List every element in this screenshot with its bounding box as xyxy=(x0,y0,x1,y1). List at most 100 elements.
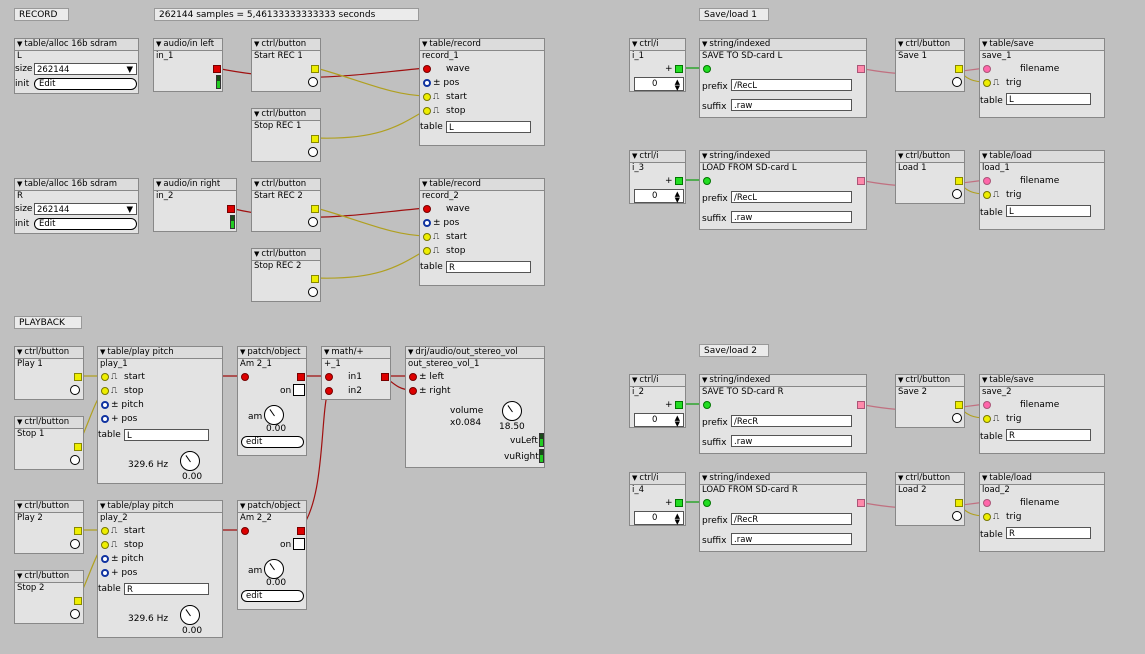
object-string-indexed-4[interactable]: ▼ string/indexed LOAD FROM SD-card R pref… xyxy=(699,472,867,552)
object-header[interactable]: ▼ string/indexed xyxy=(700,375,866,387)
inlet-in2[interactable] xyxy=(325,387,333,395)
int-spinner[interactable]: 0 ▲ ▼ xyxy=(634,77,684,92)
outlet-string[interactable] xyxy=(857,499,865,507)
object-header[interactable]: ▼ ctrl/button xyxy=(252,249,320,261)
object-header[interactable]: ▼ table/load xyxy=(980,473,1104,485)
button-start-rec-2[interactable]: ▼ ctrl/button Start REC 2 xyxy=(251,178,321,232)
push-button[interactable] xyxy=(308,217,318,227)
button-start-rec-1[interactable]: ▼ ctrl/button Start REC 1 xyxy=(251,38,321,92)
inlet-start[interactable] xyxy=(423,93,431,101)
object-ctrl-i-4[interactable]: ▼ ctrl/i i_4 + 0 ▲ ▼ xyxy=(629,472,686,526)
object-header[interactable]: ▼ ctrl/button xyxy=(896,151,964,163)
push-button[interactable] xyxy=(70,539,80,549)
int-spinner[interactable]: 0 ▲ ▼ xyxy=(634,413,684,428)
int-spinner[interactable]: 0 ▲ ▼ xyxy=(634,511,684,526)
inlet-in1[interactable] xyxy=(325,373,333,381)
inlet-pos[interactable] xyxy=(101,569,109,577)
object-header[interactable]: ▼ ctrl/button xyxy=(252,39,320,51)
size-dropdown[interactable]: 262144 ▼ xyxy=(34,203,137,215)
object-math-plus[interactable]: ▼ math/+ +_1 in1 in2 xyxy=(321,346,391,400)
edit-button[interactable]: edit xyxy=(241,590,304,602)
outlet-audio[interactable] xyxy=(297,373,305,381)
table-field[interactable]: L xyxy=(124,429,209,441)
object-header[interactable]: ▼ audio/in left xyxy=(154,39,222,51)
table-field[interactable]: R xyxy=(124,583,209,595)
object-header[interactable]: ▼ ctrl/button xyxy=(252,179,320,191)
table-field[interactable]: R xyxy=(1006,429,1091,441)
button-stop-rec-2[interactable]: ▼ ctrl/button Stop REC 2 xyxy=(251,248,321,302)
object-header[interactable]: ▼ string/indexed xyxy=(700,151,866,163)
inlet-audio[interactable] xyxy=(241,373,249,381)
object-ctrl-i-1[interactable]: ▼ ctrl/i i_1 + 0 ▲ ▼ xyxy=(629,38,686,92)
outlet-bool[interactable] xyxy=(955,499,963,507)
spinner-arrows-icon[interactable]: ▲ ▼ xyxy=(675,191,680,204)
push-button[interactable] xyxy=(952,413,962,423)
object-table-play-2[interactable]: ▼ table/play pitch play_2 ⎍ start ⎍ stop … xyxy=(97,500,223,638)
object-alloc-r[interactable]: ▼ table/alloc 16b sdram R size 262144 ▼ in… xyxy=(14,178,139,234)
push-button[interactable] xyxy=(70,609,80,619)
table-field[interactable]: R xyxy=(446,261,531,273)
outlet-audio[interactable] xyxy=(381,373,389,381)
object-string-indexed-3[interactable]: ▼ string/indexed LOAD FROM SD-card L pref… xyxy=(699,150,867,230)
object-header[interactable]: ▼ ctrl/i xyxy=(630,473,685,485)
object-header[interactable]: ▼ string/indexed xyxy=(700,473,866,485)
inlet-start[interactable] xyxy=(423,233,431,241)
object-header[interactable]: ▼ ctrl/button xyxy=(896,39,964,51)
object-table-record-2[interactable]: ▼ table/record record_2 wave ± pos ⎍ star… xyxy=(419,178,545,286)
inlet-filename[interactable] xyxy=(983,177,991,185)
table-field[interactable]: R xyxy=(1006,527,1091,539)
am-knob[interactable] xyxy=(264,559,284,579)
object-table-save-1[interactable]: ▼ table/save save_1 filename ⎍ trig table… xyxy=(979,38,1105,118)
button-play-1[interactable]: ▼ ctrl/button Play 1 xyxy=(14,346,84,400)
button-load-2[interactable]: ▼ ctrl/button Load 2 xyxy=(895,472,965,526)
inlet-stop[interactable] xyxy=(423,107,431,115)
button-stop-rec-1[interactable]: ▼ ctrl/button Stop REC 1 xyxy=(251,108,321,162)
inlet-start[interactable] xyxy=(101,373,109,381)
inlet-trig[interactable] xyxy=(983,79,991,87)
outlet-bool[interactable] xyxy=(74,373,82,381)
outlet-bool[interactable] xyxy=(955,401,963,409)
inlet-pitch[interactable] xyxy=(101,401,109,409)
pitch-knob[interactable] xyxy=(180,605,200,625)
spinner-arrows-icon[interactable]: ▲ ▼ xyxy=(675,79,680,92)
object-header[interactable]: ▼ table/record xyxy=(420,39,544,51)
inlet-index[interactable] xyxy=(703,499,711,507)
object-ctrl-i-3[interactable]: ▼ ctrl/i i_3 + 0 ▲ ▼ xyxy=(629,150,686,204)
spinner-arrows-icon[interactable]: ▲ ▼ xyxy=(675,415,680,428)
object-table-play-1[interactable]: ▼ table/play pitch play_1 ⎍ start ⎍ stop … xyxy=(97,346,223,484)
inlet-stop[interactable] xyxy=(101,387,109,395)
object-header[interactable]: ▼ string/indexed xyxy=(700,39,866,51)
outlet-bool[interactable] xyxy=(955,177,963,185)
object-table-load-1[interactable]: ▼ table/load load_1 filename ⎍ trig table… xyxy=(979,150,1105,230)
outlet-audio[interactable] xyxy=(227,205,235,213)
suffix-field[interactable]: .raw xyxy=(731,211,852,223)
object-header[interactable]: ▼ audio/in right xyxy=(154,179,236,191)
object-header[interactable]: ▼ drj/audio/out_stereo_vol xyxy=(406,347,544,359)
size-dropdown[interactable]: 262144 ▼ xyxy=(34,63,137,75)
button-stop-2[interactable]: ▼ ctrl/button Stop 2 xyxy=(14,570,84,624)
outlet-bool[interactable] xyxy=(311,275,319,283)
object-ctrl-i-2[interactable]: ▼ ctrl/i i_2 + 0 ▲ ▼ xyxy=(629,374,686,428)
inlet-trig[interactable] xyxy=(983,191,991,199)
pitch-knob[interactable] xyxy=(180,451,200,471)
object-header[interactable]: ▼ patch/object xyxy=(238,501,306,513)
push-button[interactable] xyxy=(308,287,318,297)
object-alloc-l[interactable]: ▼ table/alloc 16b sdram L size 262144 ▼ in… xyxy=(14,38,139,94)
push-button[interactable] xyxy=(308,147,318,157)
button-stop-1[interactable]: ▼ ctrl/button Stop 1 xyxy=(14,416,84,470)
am-knob[interactable] xyxy=(264,405,284,425)
inlet-index[interactable] xyxy=(703,401,711,409)
push-button[interactable] xyxy=(952,77,962,87)
object-header[interactable]: ▼ ctrl/button xyxy=(15,571,83,583)
push-button[interactable] xyxy=(308,77,318,87)
inlet-left[interactable] xyxy=(409,373,417,381)
object-patch-am-1[interactable]: ▼ patch/object Am 2_1 on am 0.00 edit xyxy=(237,346,307,456)
outlet-string[interactable] xyxy=(857,65,865,73)
prefix-field[interactable]: /RecR xyxy=(731,415,852,427)
object-header[interactable]: ▼ table/alloc 16b sdram xyxy=(15,39,138,51)
object-header[interactable]: ▼ ctrl/button xyxy=(896,473,964,485)
button-play-2[interactable]: ▼ ctrl/button Play 2 xyxy=(14,500,84,554)
int-spinner[interactable]: 0 ▲ ▼ xyxy=(634,189,684,204)
outlet-bool[interactable] xyxy=(311,65,319,73)
push-button[interactable] xyxy=(952,511,962,521)
